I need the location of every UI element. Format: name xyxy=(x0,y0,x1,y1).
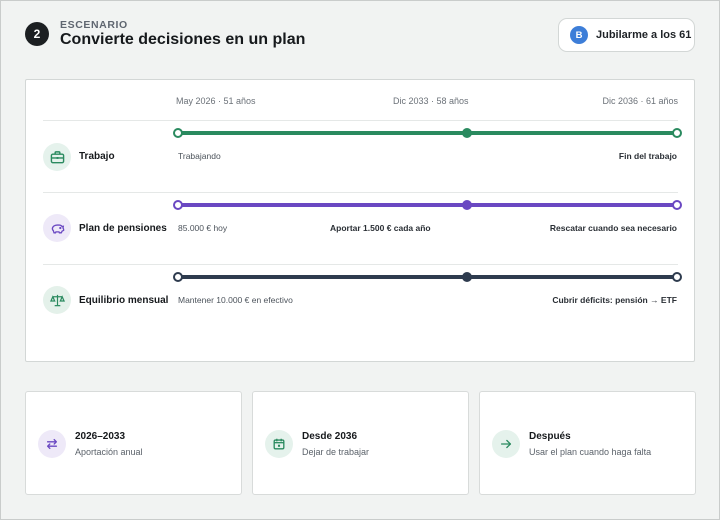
timeline-date-mid: Dic 2033 · 58 años xyxy=(393,96,469,106)
balance-start-caption: Mantener 10.000 € en efectivo xyxy=(178,295,293,305)
pension-end-marker[interactable] xyxy=(672,200,682,210)
summary-subtitle: Usar el plan cuando haga falta xyxy=(529,447,652,457)
pension-start-marker[interactable] xyxy=(173,200,183,210)
summary-card-after[interactable]: Después Usar el plan cuando haga falta xyxy=(479,391,696,495)
pension-start-caption: 85.000 € hoy xyxy=(178,223,228,233)
balance-timeline-track xyxy=(178,275,678,279)
work-timeline-track xyxy=(178,131,678,135)
row-divider xyxy=(43,264,678,265)
row-divider xyxy=(43,192,678,193)
summary-card-contribution[interactable]: 2026–2033 Aportación anual xyxy=(25,391,242,495)
summary-title: Después xyxy=(529,431,571,442)
work-start-marker[interactable] xyxy=(173,128,183,138)
balance-end-marker[interactable] xyxy=(672,272,682,282)
work-end-marker[interactable] xyxy=(672,128,682,138)
summary-title: 2026–2033 xyxy=(75,431,126,442)
piggy-bank-icon xyxy=(43,214,71,242)
row-divider xyxy=(43,120,678,121)
scenario-selector-button[interactable]: B Jubilarme a los 61 xyxy=(558,18,695,52)
repeat-arrows-icon xyxy=(38,430,66,458)
timeline-row-label: Trabajo xyxy=(79,151,115,162)
summary-card-retire[interactable]: Desde 2036 Dejar de trabajar xyxy=(252,391,469,495)
briefcase-icon xyxy=(43,143,71,171)
scenario-label: Jubilarme a los 61 xyxy=(596,29,692,41)
scenario-avatar: B xyxy=(570,26,588,44)
pension-end-caption: Rescatar cuando sea necesario xyxy=(549,223,677,233)
section-eyebrow: ESCENARIO xyxy=(60,19,128,31)
timeline-card: May 2026 · 51 años Dic 2033 · 58 años Di… xyxy=(25,79,695,362)
balance-start-marker[interactable] xyxy=(173,272,183,282)
summary-subtitle: Aportación anual xyxy=(75,447,143,457)
balance-end-caption: Cubrir déficits: pensión → ETF xyxy=(552,295,677,305)
scale-icon xyxy=(43,286,71,314)
calendar-icon xyxy=(265,430,293,458)
arrow-right-icon xyxy=(492,430,520,458)
summary-subtitle: Dejar de trabajar xyxy=(302,447,370,457)
pension-mid-caption: Aportar 1.500 € cada año xyxy=(330,223,431,233)
timeline-date-start: May 2026 · 51 años xyxy=(176,96,256,106)
step-number-badge: 2 xyxy=(25,22,49,46)
timeline-date-end: Dic 2036 · 61 años xyxy=(602,96,678,106)
balance-mid-marker[interactable] xyxy=(462,272,472,282)
pension-timeline-track xyxy=(178,203,678,207)
page-title: Convierte decisiones en un plan xyxy=(60,31,306,48)
work-start-caption: Trabajando xyxy=(178,151,221,161)
timeline-row-label: Plan de pensiones xyxy=(79,223,167,234)
pension-mid-marker[interactable] xyxy=(462,200,472,210)
work-mid-marker[interactable] xyxy=(462,128,472,138)
timeline-row-label: Equilibrio mensual xyxy=(79,295,169,306)
summary-title: Desde 2036 xyxy=(302,431,358,442)
work-end-caption: Fin del trabajo xyxy=(618,151,677,161)
